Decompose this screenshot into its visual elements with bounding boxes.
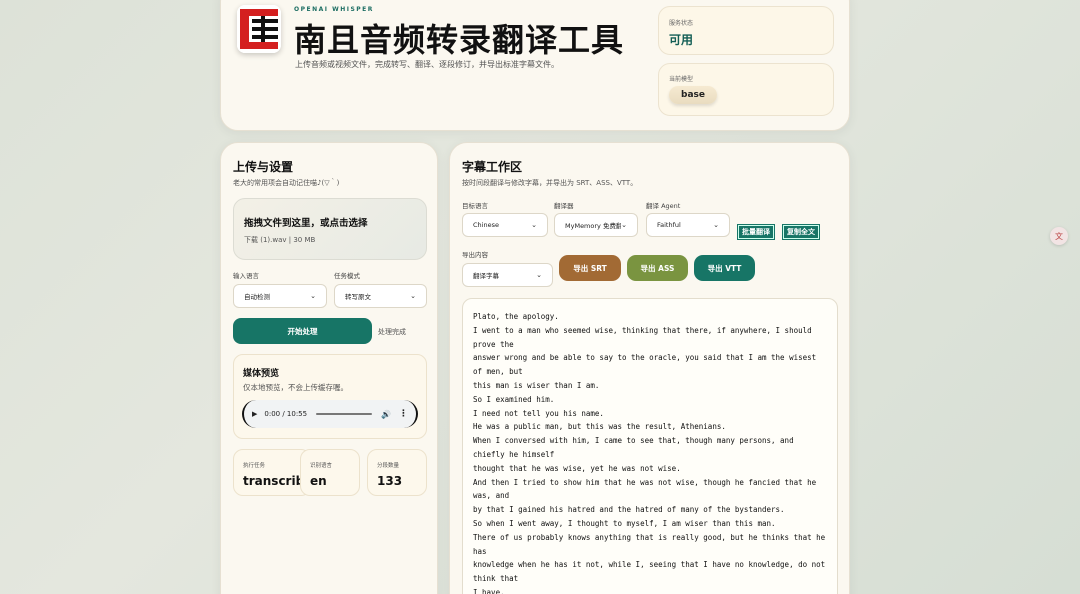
translator-label: 翻译器 — [554, 202, 574, 210]
target-language-value: Chinese — [473, 221, 499, 229]
input-language-value: 自动检测 — [244, 293, 270, 301]
play-icon[interactable]: ▶ — [252, 410, 257, 418]
workspace-note: 按时间段翻译与修改字幕，并导出为 SRT、ASS、VTT。 — [462, 179, 638, 187]
chevron-down-icon: ⌄ — [310, 292, 316, 300]
chevron-down-icon: ⌄ — [621, 221, 627, 229]
input-language-select[interactable]: 自动检测 ⌄ — [233, 284, 327, 308]
more-options-icon[interactable]: ⋮ — [399, 409, 408, 419]
agent-label: 翻译 Agent — [646, 202, 681, 210]
copy-all-button[interactable]: 复制全文 — [782, 224, 820, 240]
input-language-label: 输入语言 — [233, 272, 259, 280]
translator-select[interactable]: MyMemory 免费翻 ⌄ — [554, 213, 638, 237]
transcript-text[interactable]: Plato, the apology. I went to a man who … — [473, 310, 827, 594]
start-process-button[interactable]: 开始处理 — [233, 318, 372, 344]
task-mode-select[interactable]: 转写原文 ⌄ — [334, 284, 427, 308]
header-card: OPENAI WHISPER 南且音频转录翻译工具 上传音频或视频文件，完成转写… — [220, 0, 850, 131]
model-badge: base — [669, 86, 717, 104]
chevron-down-icon: ⌄ — [531, 221, 537, 229]
media-preview-title: 媒体预览 — [243, 369, 280, 379]
chevron-down-icon: ⌄ — [410, 292, 416, 300]
export-content-value: 翻译字幕 — [473, 272, 499, 280]
media-preview-card: 媒体预览 仅本地预览，不会上传缓存喔。 ▶ 0:00 / 10:55 🔊 ⋮ — [233, 354, 427, 439]
file-dropzone[interactable]: 拖拽文件到这里，或点击选择 下载 (1).wav | 30 MB — [233, 198, 427, 260]
agent-value: Faithful — [657, 221, 681, 229]
model-card: 当前模型 base — [658, 63, 834, 116]
transcript-editor[interactable]: Plato, the apology. I went to a man who … — [462, 298, 838, 594]
audio-time: 0:00 / 10:55 — [264, 410, 308, 418]
process-status: 处理完成 — [378, 328, 406, 336]
dropzone-title: 拖拽文件到这里，或点击选择 — [244, 218, 368, 229]
chevron-down-icon: ⌄ — [536, 271, 542, 279]
app-logo-icon — [237, 5, 281, 53]
agent-select[interactable]: Faithful ⌄ — [646, 213, 730, 237]
stat-task-label: 执行任务 — [243, 463, 266, 469]
upload-title: 上传与设置 — [233, 160, 294, 174]
task-mode-label: 任务模式 — [334, 272, 360, 280]
model-label: 当前模型 — [669, 76, 694, 83]
stat-language-label: 识别语言 — [310, 463, 333, 469]
workspace-title: 字幕工作区 — [462, 160, 523, 174]
export-content-label: 导出内容 — [462, 251, 488, 259]
target-language-select[interactable]: Chinese ⌄ — [462, 213, 548, 237]
translate-extension-icon[interactable]: 文 — [1050, 227, 1068, 245]
service-status-label: 服务状态 — [669, 20, 694, 27]
export-vtt-button[interactable]: 导出 VTT — [694, 255, 755, 281]
stat-segments-value: 133 — [377, 474, 403, 488]
audio-player[interactable]: ▶ 0:00 / 10:55 🔊 ⋮ — [242, 400, 418, 428]
export-content-select[interactable]: 翻译字幕 ⌄ — [462, 263, 553, 287]
export-srt-button[interactable]: 导出 SRT — [559, 255, 621, 281]
volume-icon[interactable]: 🔊 — [381, 410, 391, 419]
upload-note: 老大的常用项会自动记住喵♪(▽｀) — [233, 179, 340, 187]
translator-value: MyMemory 免费翻 — [565, 222, 622, 230]
upload-panel: 上传与设置 老大的常用项会自动记住喵♪(▽｀) 拖拽文件到这里，或点击选择 下载… — [220, 142, 438, 594]
page-subtitle: 上传音频或视频文件，完成转写、翻译、逐段修订，并导出标准字幕文件。 — [295, 60, 559, 69]
header-kicker: OPENAI WHISPER — [294, 6, 374, 13]
task-mode-value: 转写原文 — [345, 293, 371, 301]
stat-language-value: en — [310, 474, 327, 488]
audio-progress-bar[interactable] — [316, 413, 373, 415]
stat-segments-card: 分段数量 133 — [367, 449, 427, 496]
page-title: 南且音频转录翻译工具 — [294, 21, 625, 59]
batch-translate-button[interactable]: 批量翻译 — [737, 224, 775, 240]
target-language-label: 目标语言 — [462, 202, 488, 210]
stat-segments-label: 分段数量 — [377, 463, 400, 469]
service-status-card: 服务状态 可用 — [658, 6, 834, 55]
file-info: 下载 (1).wav | 30 MB — [244, 236, 316, 244]
stat-language-card: 识别语言 en — [300, 449, 360, 496]
service-status-value: 可用 — [669, 33, 694, 47]
media-preview-note: 仅本地预览，不会上传缓存喔。 — [243, 383, 348, 392]
chevron-down-icon: ⌄ — [713, 221, 719, 229]
subtitle-workspace-panel: 字幕工作区 按时间段翻译与修改字幕，并导出为 SRT、ASS、VTT。 目标语言… — [449, 142, 850, 594]
export-ass-button[interactable]: 导出 ASS — [627, 255, 688, 281]
